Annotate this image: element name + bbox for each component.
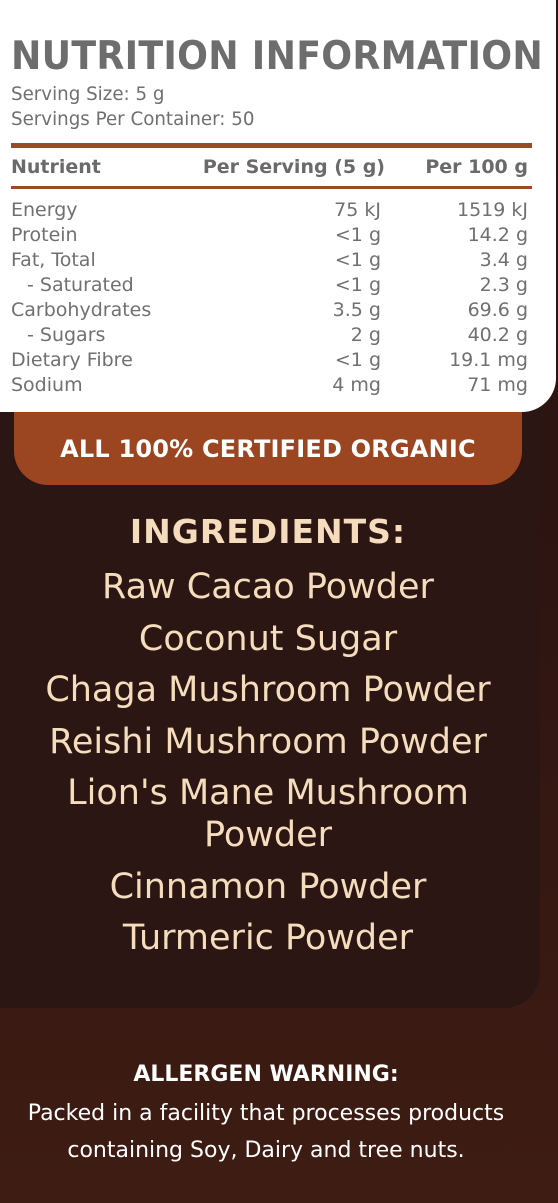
ingredient-item: Raw Cacao Powder [102,567,434,607]
ingredient-item: Cinnamon Powder [109,866,427,907]
nutrient-name: Fat, Total [11,249,96,271]
nutrient-name: - Sugars [27,324,106,346]
nutrition-title: NUTRITION INFORMATION [11,34,544,79]
ingredients-title: INGREDIENTS: [129,512,407,551]
per-serving-value: 75 kJ [334,199,381,221]
table-row: Carbohydrates 3.5 g 69.6 g [11,299,528,324]
per-100g-value: 71 mg [467,374,528,396]
per-serving-value: <1 g [334,224,381,246]
table-row: - Sugars 2 g 40.2 g [11,324,528,349]
header-nutrient: Nutrient [11,156,101,178]
per-100g-value: 14.2 g [467,224,528,246]
table-row: Sodium 4 mg 71 mg [11,374,528,399]
per-100g-value: 2.3 g [479,274,528,296]
table-row: Energy 75 kJ 1519 kJ [11,199,528,224]
table-top-rule [11,143,532,148]
nutrient-name: Energy [11,199,78,221]
ingredient-item: Coconut Sugar [138,618,398,659]
serving-size: Serving Size: 5 g [11,83,165,105]
per-100g-value: 19.1 mg [449,349,528,371]
table-row: Protein <1 g 14.2 g [11,224,528,249]
organic-banner-text: ALL 100% CERTIFIED ORGANIC [60,435,476,463]
table-header-rule [11,186,532,189]
header-per-serving: Per Serving (5 g) [202,156,385,178]
per-100g-value: 69.6 g [467,299,528,321]
per-serving-value: <1 g [334,274,381,296]
ingredient-item: Reishi Mushroom Powder [49,721,487,762]
ingredient-item: Lion's Mane Mushroom Powder [67,773,469,855]
ingredient-item: Turmeric Powder [122,918,414,958]
per-serving-value: 4 mg [332,374,381,396]
per-serving-value: <1 g [334,349,381,371]
ingredients-list: Raw Cacao Powder Coconut Sugar Chaga Mus… [20,566,516,969]
header-per-100g: Per 100 g [425,156,528,178]
nutrient-name: Protein [11,224,78,246]
nutrient-name: Sodium [11,374,83,396]
per-serving-value: <1 g [334,249,381,271]
allergen-title: ALLERGEN WARNING: [133,1062,399,1087]
nutrition-card: NUTRITION INFORMATION Serving Size: 5 g … [0,0,556,412]
per-100g-value: 3.4 g [479,249,528,271]
per-serving-value: 3.5 g [332,299,381,321]
table-row: Dietary Fibre <1 g 19.1 mg [11,349,528,374]
per-serving-value: 2 g [350,324,381,346]
servings-per-container: Servings Per Container: 50 [11,108,255,130]
ingredient-item: Chaga Mushroom Powder [45,670,491,710]
table-row: - Saturated <1 g 2.3 g [11,274,528,299]
table-row: Fat, Total <1 g 3.4 g [11,249,528,274]
per-100g-value: 40.2 g [467,324,528,346]
nutrient-name: - Saturated [27,274,134,296]
nutrient-name: Carbohydrates [11,299,152,321]
per-100g-value: 1519 kJ [457,199,528,221]
nutrient-name: Dietary Fibre [11,349,133,371]
allergen-text: Packed in a facility that processes prod… [27,1101,505,1163]
